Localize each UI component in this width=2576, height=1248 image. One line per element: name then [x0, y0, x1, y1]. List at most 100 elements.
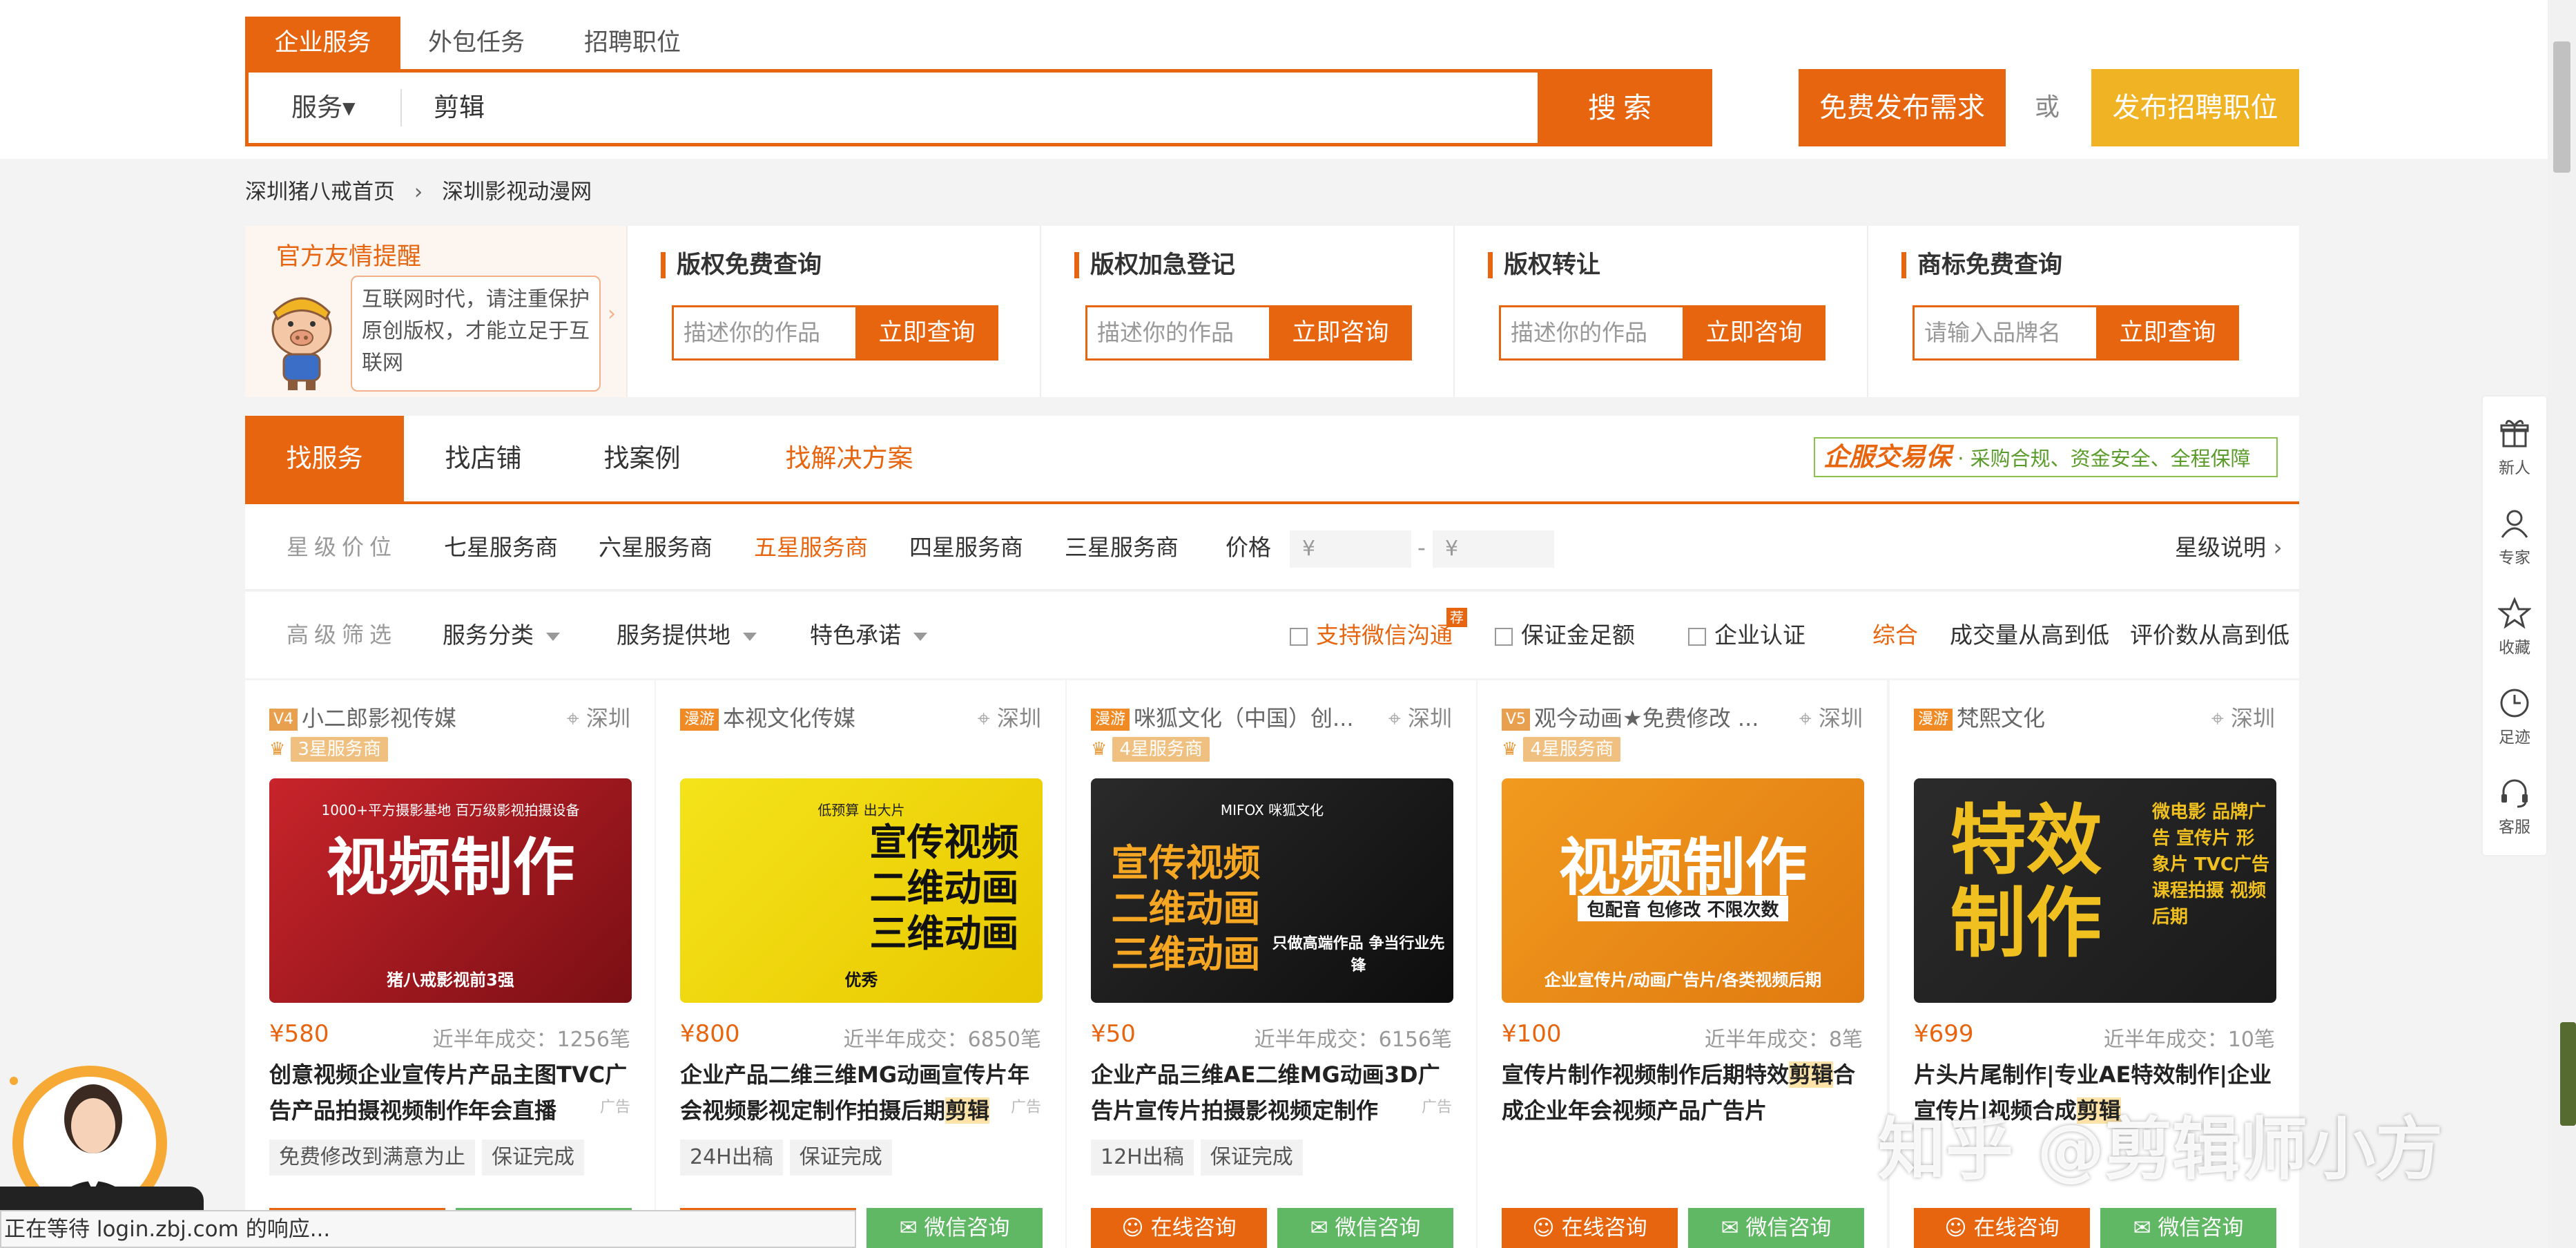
service-title[interactable]: 宣传片制作视频制作后期特效剪辑合成企业年会视频产品广告片 — [1502, 1057, 1864, 1129]
clock-icon — [2500, 689, 2529, 718]
consult-label: 在线咨询 — [1561, 1216, 1647, 1240]
shop-name[interactable]: 漫游 本视文化传媒 — [680, 701, 956, 733]
service-cover-image[interactable]: 特效 制作 微电影 品牌广告 宣传片 形象片 TVC广告 课程拍摄 视频后期 — [1914, 778, 2276, 1003]
level-seven-star[interactable]: 七星服务商 — [444, 504, 558, 591]
sort-by-volume[interactable]: 成交量从高到低 — [1950, 592, 2109, 678]
search-category-select[interactable]: 服务▾ — [291, 73, 356, 143]
service-card[interactable]: 漫游 本视文化传媒 ⌖ 深圳 宣传视频 二维动画 三维动画 低预算 出大片 优秀 ¥800 近半年… — [656, 680, 1065, 1248]
wechat-consult-button[interactable]: ✉ 微信咨询 — [2100, 1208, 2276, 1248]
search-input[interactable]: 剪辑 — [434, 73, 485, 143]
post-job-button[interactable]: 发布招聘职位 — [2091, 69, 2299, 146]
service-tags: 24H出稿 保证完成 — [680, 1140, 899, 1175]
breadcrumb-home[interactable]: 深圳猪八戒首页 — [245, 176, 395, 208]
toolbar-support[interactable]: 客服 — [2483, 769, 2546, 852]
level-three-star[interactable]: 三星服务商 — [1065, 504, 1179, 591]
wechat-consult-button[interactable]: ✉ 微信咨询 — [866, 1208, 1043, 1248]
service-title[interactable]: 创意视频企业宣传片产品主图TVC广告产品拍摄视频制作年会直播 — [269, 1057, 632, 1129]
service-card[interactable]: 漫游 咪狐文化（中国）创... ⌖ 深圳 ♛ 4星服务商 宣传视频 二维动画 三维动画 MIFO… — [1067, 680, 1476, 1248]
cover-subtitle: 1000+平方摄影基地 百万级影视拍摄设备 — [321, 802, 580, 818]
service-cover-image[interactable]: 宣传视频 二维动画 三维动画 MIFOX 咪狐文化 只做高端作品 争当行业先锋 — [1091, 778, 1453, 1003]
chat-bubble-icon: ☺ — [1121, 1216, 1144, 1240]
checkbox-label: 保证金足额 — [1521, 622, 1635, 649]
service-input[interactable]: 描述你的作品 — [672, 305, 855, 361]
tab-find-solution[interactable]: 找解决方案 — [756, 416, 942, 501]
service-query-button[interactable]: 立即查询 — [2096, 305, 2239, 361]
service-cover-image[interactable]: 视频制作 包配音 包修改 不限次数 企业宣传片/动画广告片/各类视频后期 — [1502, 778, 1864, 1003]
checkbox-icon — [1495, 627, 1513, 646]
cover-subtitle: 微电影 品牌广告 宣传片 形象片 TVC广告 课程拍摄 视频后期 — [2152, 802, 2269, 928]
tab-find-service[interactable]: 找服务 — [245, 416, 404, 501]
shop-name[interactable]: V5 观今动画★免费修改 ... — [1502, 701, 1778, 733]
shop-badge: V4 — [269, 709, 298, 731]
star-row-label: 星级价位 — [287, 534, 398, 560]
cover-subtitle: MIFOX 咪狐文化 — [1220, 802, 1324, 818]
online-consult-button[interactable]: ☺ 在线咨询 — [1091, 1208, 1267, 1248]
wechat-consult-button[interactable]: ✉ 微信咨询 — [1688, 1208, 1864, 1248]
crown-icon: ♛ — [269, 739, 286, 760]
search-button[interactable]: 搜索 — [1538, 73, 1709, 143]
shop-badge: 漫游 — [1091, 709, 1130, 731]
service-location-dropdown[interactable]: 服务提供地 — [617, 592, 757, 678]
service-title[interactable]: 企业产品二维三维MG动画宣传片年会视频影视定制作拍摄后期剪辑 — [680, 1057, 1043, 1129]
crown-icon: ♛ — [1502, 739, 1518, 760]
shop-name-text: 本视文化传媒 — [723, 705, 856, 731]
shop-name[interactable]: 漫游 梵熙文化 — [1914, 701, 2190, 733]
tab-find-shop[interactable]: 找店铺 — [411, 416, 556, 501]
online-consult-button[interactable]: ☺ 在线咨询 — [1914, 1208, 2090, 1248]
breadcrumb-current[interactable]: 深圳影视动漫网 — [442, 176, 592, 208]
trade-guarantee-badge[interactable]: 企服交易保 · 采购合规、资金安全、全程保障 — [1814, 437, 2278, 477]
service-copyright-transfer: 版权转让 描述你的作品 立即咨询 — [1453, 226, 1866, 397]
enterprise-verified-checkbox[interactable]: 企业认证 — [1688, 592, 1805, 678]
promise-dropdown[interactable]: 特色承诺 — [810, 592, 927, 678]
service-input[interactable]: 描述你的作品 — [1085, 305, 1269, 361]
online-consult-button[interactable]: ☺ 在线咨询 — [1502, 1208, 1678, 1248]
service-category-dropdown[interactable]: 服务分类 — [443, 592, 560, 678]
wechat-consult-button[interactable]: ✉ 微信咨询 — [1277, 1208, 1453, 1248]
service-card[interactable]: V5 观今动画★免费修改 ... ⌖ 深圳 ♛ 4星服务商 视频制作 包配音 包修改 不限次… — [1478, 680, 1887, 1248]
price-dash: - — [1417, 534, 1426, 561]
checkbox-icon — [1290, 627, 1308, 646]
toolbar-newbie[interactable]: 新人 — [2483, 410, 2546, 493]
shop-name[interactable]: 漫游 咪狐文化（中国）创... — [1091, 701, 1367, 733]
notice-bubble: 互联网时代，请注重保护原创版权，才能立足于互联网 — [351, 276, 601, 392]
service-cover-image[interactable]: 视频制作 1000+平方摄影基地 百万级影视拍摄设备 猪八戒影视前3强 — [269, 778, 632, 1003]
tab-find-case[interactable]: 找案例 — [570, 416, 715, 501]
service-consult-button[interactable]: 立即咨询 — [1269, 305, 1412, 361]
tab-enterprise-service[interactable]: 企业服务 — [245, 17, 400, 69]
service-query-button[interactable]: 立即查询 — [855, 305, 998, 361]
service-consult-button[interactable]: 立即咨询 — [1683, 305, 1826, 361]
level-five-star[interactable]: 五星服务商 — [754, 504, 868, 591]
recommend-badge: 荐 — [1446, 608, 1467, 627]
level-four-star[interactable]: 四星服务商 — [909, 504, 1023, 591]
post-demand-button[interactable]: 免费发布需求 — [1799, 69, 2006, 146]
location-pin-icon: ⌖ — [1799, 705, 1812, 731]
price-min-input[interactable]: ¥ — [1290, 530, 1411, 568]
tab-outsource-task[interactable]: 外包任务 — [414, 17, 539, 69]
sort-by-reviews[interactable]: 评价数从高到低 — [2130, 592, 2289, 678]
toolbar-expert[interactable]: 专家 — [2483, 500, 2546, 583]
title-keyword: 剪辑 — [945, 1097, 990, 1124]
service-input[interactable]: 描述你的作品 — [1499, 305, 1683, 361]
service-card[interactable]: V4 小二郎影视传媒 ⌖ 深圳 ♛ 3星服务商 视频制作 1000+平方摄影基地 百万级影视… — [245, 680, 655, 1248]
service-input[interactable]: 请输入品牌名 — [1912, 305, 2096, 361]
tab-job-posts[interactable]: 招聘职位 — [570, 17, 695, 69]
toolbar-label: 新人 — [2499, 459, 2530, 477]
cover-line: 二维动画 — [869, 866, 1019, 910]
service-cover-image[interactable]: 宣传视频 二维动画 三维动画 低预算 出大片 优秀 — [680, 778, 1043, 1003]
level-six-star[interactable]: 六星服务商 — [599, 504, 713, 591]
sales-count: 近半年成交：10笔 — [2103, 1028, 2275, 1052]
service-title[interactable]: 企业产品三维AE二维MG动画3D广告片宣传片拍摄影视频定制作 — [1091, 1057, 1453, 1129]
price-max-input[interactable]: ¥ — [1433, 530, 1554, 568]
deposit-checkbox[interactable]: 保证金足额 — [1495, 592, 1635, 678]
side-widget-tab[interactable] — [2560, 1022, 2576, 1126]
dropdown-label: 特色承诺 — [810, 622, 901, 649]
toolbar-favorites[interactable]: 收藏 — [2483, 590, 2546, 673]
toolbar-history[interactable]: 足迹 — [2483, 680, 2546, 762]
scrollbar-thumb[interactable] — [2553, 41, 2570, 173]
sort-default[interactable]: 综合 — [1872, 592, 1918, 678]
star-explanation-link[interactable]: 星级说明 › — [2175, 504, 2283, 591]
shop-name[interactable]: V4 小二郎影视传媒 — [269, 701, 545, 733]
checkbox-icon — [1688, 627, 1706, 646]
wechat-support-checkbox[interactable]: 支持微信沟通 — [1290, 592, 1453, 678]
wechat-icon: ✉ — [2133, 1216, 2151, 1240]
